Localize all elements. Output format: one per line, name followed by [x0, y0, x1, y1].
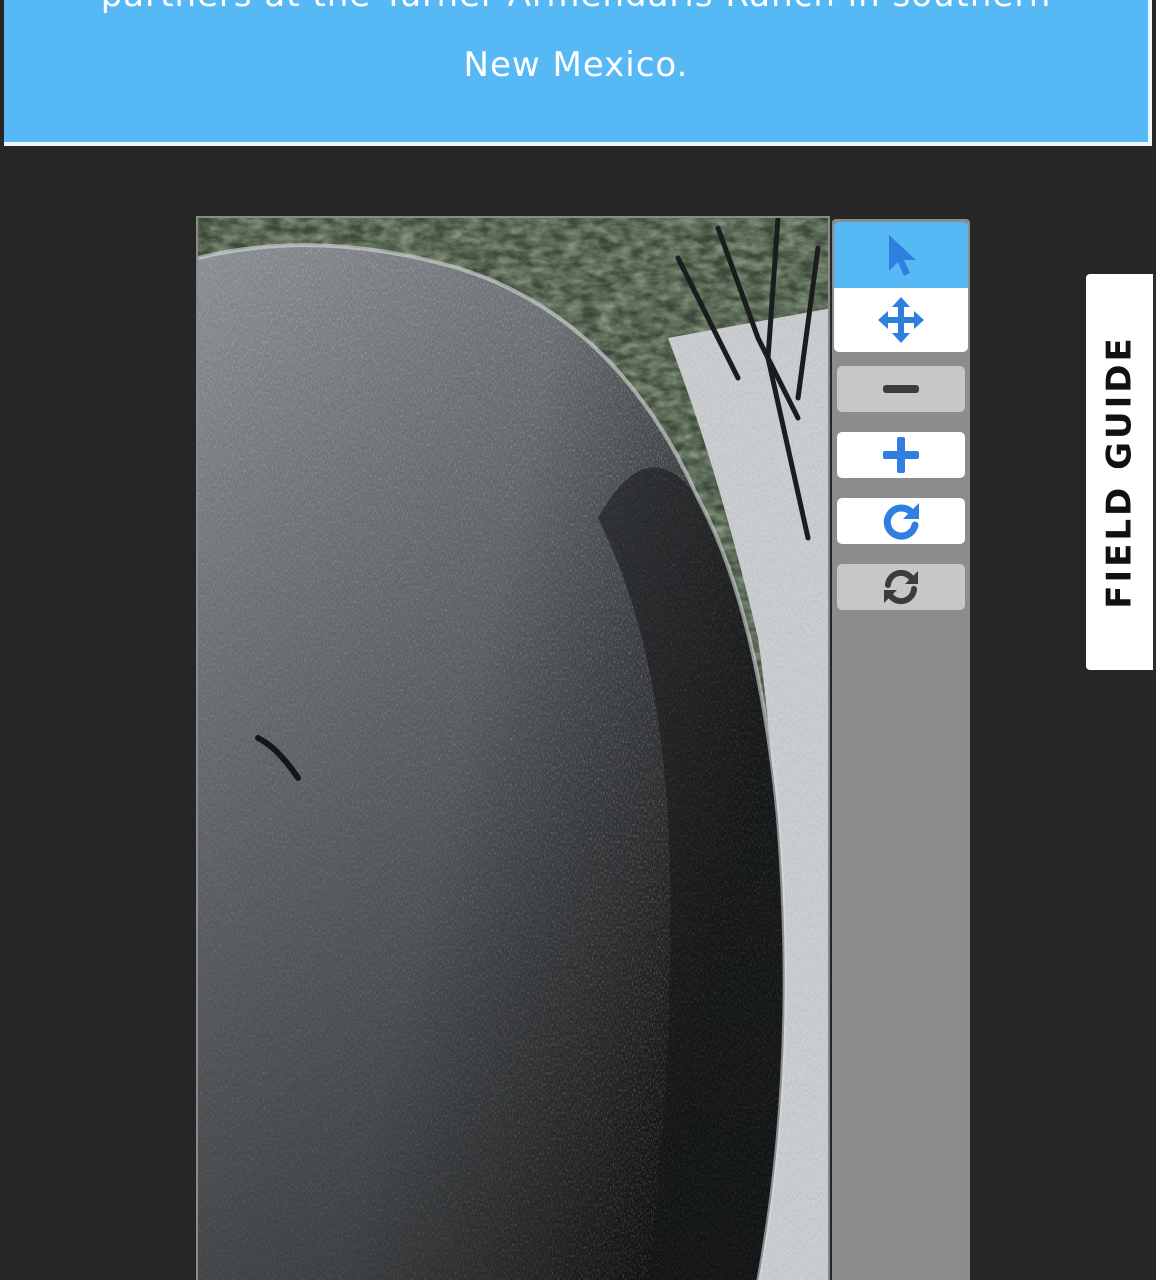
reset-view-button[interactable] — [837, 564, 965, 610]
move-tool-button[interactable] — [834, 288, 968, 352]
zoom-out-button[interactable] — [837, 366, 965, 412]
move-icon — [878, 297, 924, 343]
zoom-in-icon — [883, 437, 919, 473]
zoom-in-button[interactable] — [837, 432, 965, 478]
subject-image-viewer[interactable] — [196, 216, 830, 1280]
field-guide-label: FIELD GUIDE — [1099, 335, 1140, 609]
pointer-icon — [889, 235, 916, 276]
intro-banner: partners at the Turner Armendaris Ranch … — [4, 0, 1152, 146]
pointer-tool-button[interactable] — [834, 222, 968, 288]
banner-text: partners at the Turner Armendaris Ranch … — [4, 0, 1148, 100]
rotate-button[interactable] — [837, 498, 965, 544]
banner-text-line-2: New Mexico. — [463, 45, 689, 85]
banner-text-line-1: partners at the Turner Armendaris Ranch … — [24, 0, 1128, 30]
image-toolbar — [832, 219, 970, 1280]
field-guide-tab[interactable]: FIELD GUIDE — [1086, 274, 1156, 670]
subject-image[interactable] — [198, 218, 830, 1280]
reset-icon — [884, 569, 918, 605]
rotate-icon — [883, 503, 919, 540]
zoom-out-icon — [883, 385, 919, 393]
